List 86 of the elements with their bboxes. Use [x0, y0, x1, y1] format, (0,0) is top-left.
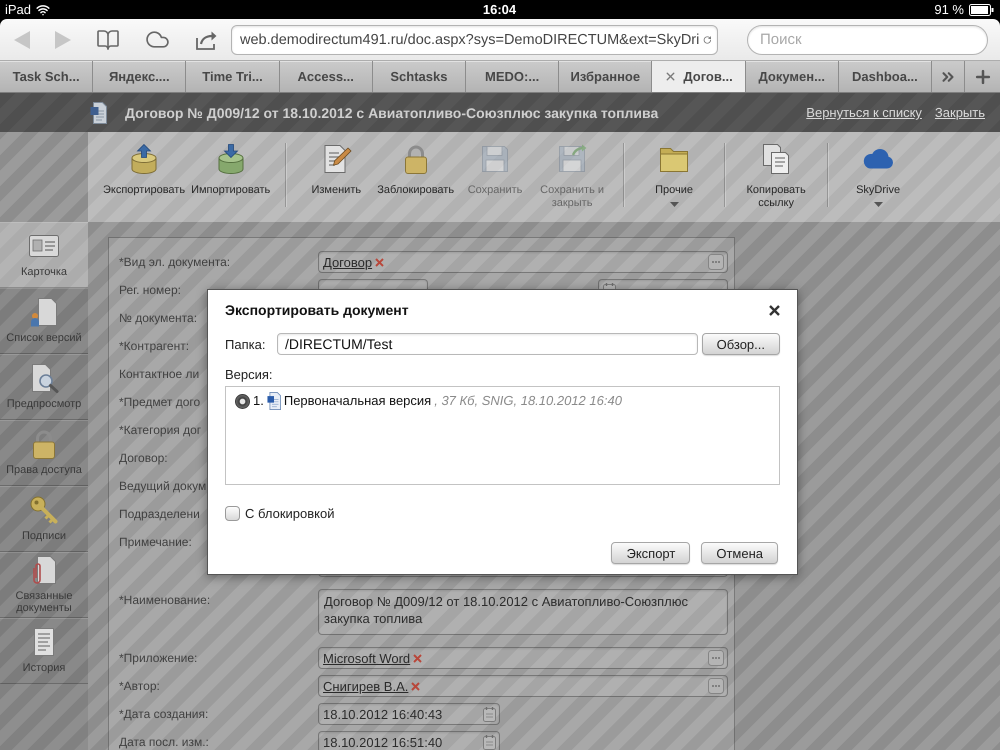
- browser-tab[interactable]: Schtasks: [372, 61, 466, 92]
- calendar-icon[interactable]: [483, 706, 496, 722]
- dialog-button[interactable]: Отмена: [701, 542, 778, 564]
- browse-button[interactable]: Обзор...: [702, 333, 780, 355]
- dialog-button[interactable]: Экспорт: [611, 542, 690, 564]
- browser-tab[interactable]: Яндекс....: [93, 61, 186, 92]
- calendar-icon[interactable]: [483, 734, 496, 750]
- toolbar-button[interactable]: Изменить: [298, 143, 374, 197]
- version-number: 1.: [253, 393, 264, 409]
- toolbar-button[interactable]: SkyDrive: [840, 143, 916, 207]
- cloud-icon: [862, 149, 894, 169]
- remove-icon[interactable]: [413, 654, 422, 662]
- field-label: *Предмет дого: [118, 394, 200, 411]
- key-icon: [29, 495, 59, 525]
- status-time: 16:04: [482, 2, 516, 17]
- browser-tab[interactable]: Access...: [280, 61, 373, 92]
- reference-link[interactable]: Снигирев В.А.: [323, 678, 408, 694]
- field-label: Примечание:: [118, 534, 192, 551]
- remove-icon[interactable]: [375, 258, 384, 266]
- close-icon[interactable]: [769, 304, 780, 316]
- toolbar-button[interactable]: Заблокировать: [374, 143, 458, 197]
- document-icon: [90, 102, 107, 124]
- sidebar-item[interactable]: Карточка: [0, 222, 88, 288]
- more-icon[interactable]: [708, 678, 724, 694]
- wifi-icon: [36, 2, 50, 16]
- page-magnifier-icon: [29, 363, 59, 393]
- url-field[interactable]: web.demodirectum491.ru/doc.aspx?sys=DemoDIRECTUM&ext=SkyDri: [231, 24, 718, 54]
- id-card-icon: [29, 235, 59, 257]
- field-label: Рег. номер:: [118, 282, 181, 299]
- checkbox[interactable]: [225, 506, 240, 521]
- field-label: Ведущий докум: [118, 478, 206, 495]
- battery-percent: 91 %: [934, 2, 964, 17]
- browser-tab[interactable]: Dashboa...: [838, 61, 932, 92]
- field-label: Подразделени: [118, 506, 200, 523]
- version-details: , 37 Кб, SNIG, 18.10.2012 16:40: [434, 393, 622, 409]
- device-name: iPad: [5, 2, 32, 17]
- document-icon: [266, 392, 281, 410]
- header-link[interactable]: Вернуться к списку: [806, 105, 922, 120]
- field-label: *Автор:: [118, 678, 160, 695]
- browser-tab[interactable]: Догов...: [652, 61, 746, 92]
- battery-icon: [969, 4, 994, 16]
- browser-tab[interactable]: MEDO:...: [466, 61, 560, 92]
- field-label: *Приложение:: [118, 650, 198, 667]
- header-link[interactable]: Закрыть: [934, 105, 985, 120]
- field-label: Контактное ли: [118, 366, 200, 383]
- remove-icon[interactable]: [411, 682, 420, 690]
- field-label: *Категория дог: [118, 422, 202, 439]
- checkbox-label: С блокировкой: [245, 506, 334, 521]
- folder-input[interactable]: /DIRECTUM/Test: [277, 333, 698, 355]
- more-icon[interactable]: [708, 254, 724, 270]
- dialog-title: Экспортировать документ: [225, 301, 409, 319]
- search-field[interactable]: Поиск: [747, 24, 988, 54]
- browser-tab[interactable]: Task Sch...: [0, 61, 94, 92]
- reference-field[interactable]: Снигирев В.А.: [318, 675, 728, 697]
- more-icon[interactable]: [708, 650, 724, 666]
- page-person-icon: [29, 297, 59, 327]
- document-title: Договор № Д009/12 от 18.10.2012 с Авиатопливо-Союзплюс закупка топлива: [125, 104, 658, 120]
- share-icon[interactable]: [195, 30, 217, 50]
- reference-link[interactable]: Microsoft Word: [323, 650, 410, 666]
- browser-tab[interactable]: Докумен...: [746, 61, 839, 92]
- field-label: № документа:: [118, 310, 198, 327]
- toolbar-button[interactable]: Экспортировать: [100, 143, 188, 197]
- field-label: Папка:: [225, 336, 266, 352]
- field-label: *Дата создания:: [118, 706, 208, 723]
- toolbar-button[interactable]: Импортировать: [188, 143, 274, 197]
- textarea-field[interactable]: Договор № Д009/12 от 18.10.2012 с Авиатопливо-Союзплюс закупка топлива: [318, 589, 728, 635]
- field-label: Дата посл. изм.:: [118, 734, 209, 750]
- version-name: Первоначальная версия: [284, 393, 432, 409]
- field-label: Версия:: [225, 367, 273, 382]
- toolbar-button[interactable]: Прочие: [636, 143, 712, 207]
- date-field[interactable]: 18.10.2012 16:51:40: [318, 731, 500, 750]
- reference-field[interactable]: Договор: [318, 251, 728, 273]
- field-label: Договор:: [118, 450, 168, 467]
- field-label: *Наименование:: [118, 592, 210, 609]
- date-field[interactable]: 18.10.2012 16:40:43: [318, 703, 500, 725]
- forward-icon[interactable]: [55, 30, 71, 48]
- back-icon[interactable]: [14, 30, 30, 48]
- reference-link[interactable]: Договор: [323, 254, 372, 270]
- radio-button[interactable]: [235, 394, 250, 408]
- toolbar-button[interactable]: Копировать ссылку: [737, 143, 816, 210]
- book-icon[interactable]: [96, 28, 120, 52]
- field-label: *Вид эл. документа:: [118, 254, 230, 271]
- reference-field[interactable]: Microsoft Word: [318, 647, 728, 669]
- sidebar-item[interactable]: Права доступа: [0, 420, 88, 486]
- browser-tab[interactable]: Time Tri...: [186, 61, 280, 92]
- field-label: *Контрагент:: [118, 338, 190, 355]
